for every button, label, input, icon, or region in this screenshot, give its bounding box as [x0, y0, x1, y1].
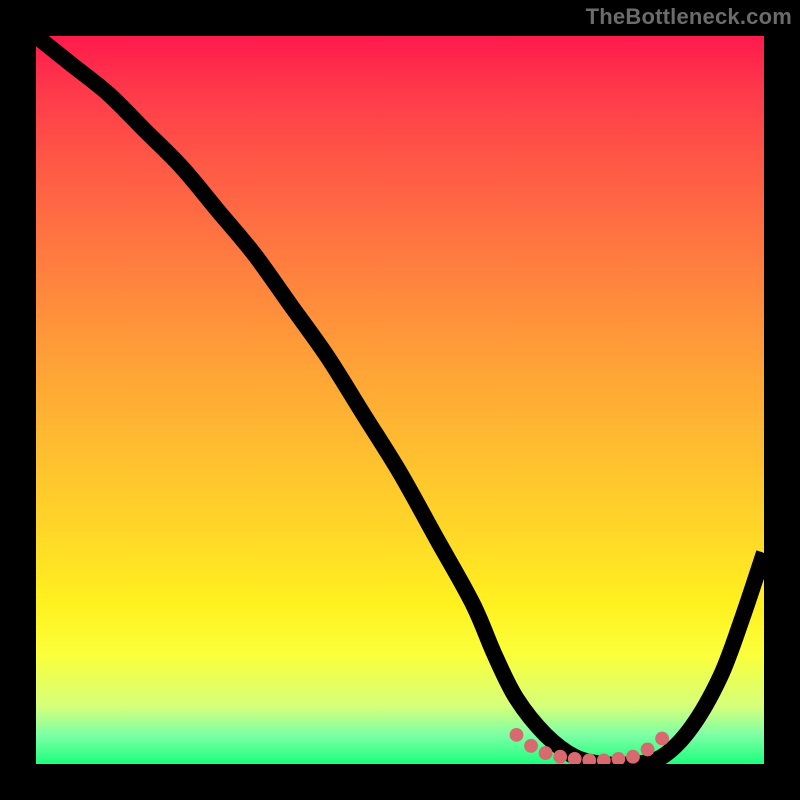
chart-svg: [36, 36, 764, 764]
valley-dot: [597, 753, 611, 764]
valley-dot: [641, 743, 655, 757]
plot-area: [36, 36, 764, 764]
valley-dot: [626, 750, 640, 764]
valley-dot: [524, 739, 538, 753]
bottleneck-curve: [36, 36, 764, 764]
chart-frame: TheBottleneck.com: [0, 0, 800, 800]
valley-dot: [655, 732, 669, 746]
valley-dot: [553, 750, 567, 764]
valley-dot: [510, 728, 524, 742]
valley-dot: [611, 752, 625, 764]
valley-dot: [539, 746, 553, 760]
watermark-text: TheBottleneck.com: [586, 4, 792, 30]
